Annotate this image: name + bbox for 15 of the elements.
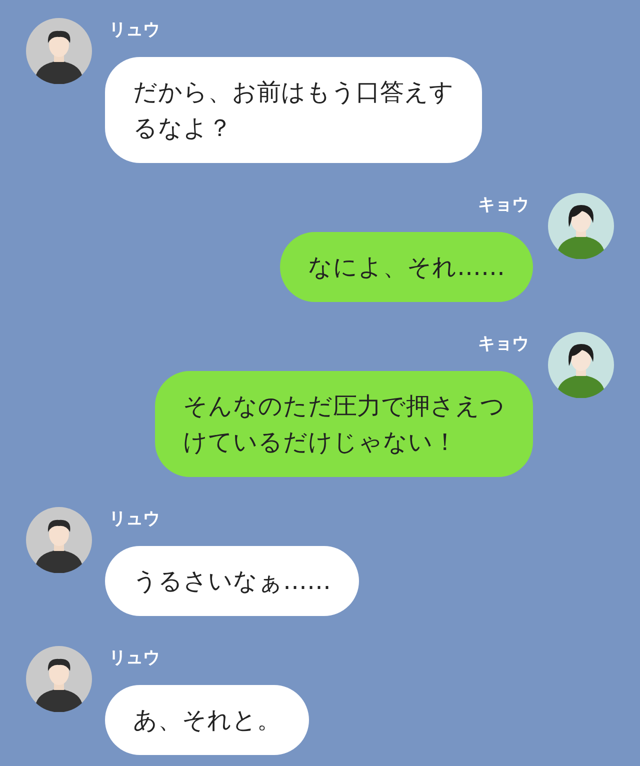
- message-bubble: うるさいなぁ……: [105, 546, 359, 616]
- avatar-icon: [26, 646, 92, 712]
- message-bubble: だから、お前はもう口答えす るなよ？: [105, 57, 482, 163]
- sender-name: キョウ: [477, 333, 530, 356]
- sender-name: リュウ: [108, 508, 161, 531]
- avatar-icon: [26, 18, 92, 84]
- avatar-icon: [548, 332, 614, 398]
- avatar-icon: [26, 507, 92, 573]
- sender-name: キョウ: [477, 194, 530, 217]
- message-bubble: そんなのただ圧力で押さえつ けているだけじゃない！: [155, 371, 533, 477]
- message-bubble: あ、それと。: [105, 685, 309, 755]
- sender-name: リュウ: [108, 647, 161, 670]
- avatar-icon: [548, 193, 614, 259]
- sender-name: リュウ: [108, 19, 161, 42]
- message-bubble: なによ、それ……: [280, 232, 533, 302]
